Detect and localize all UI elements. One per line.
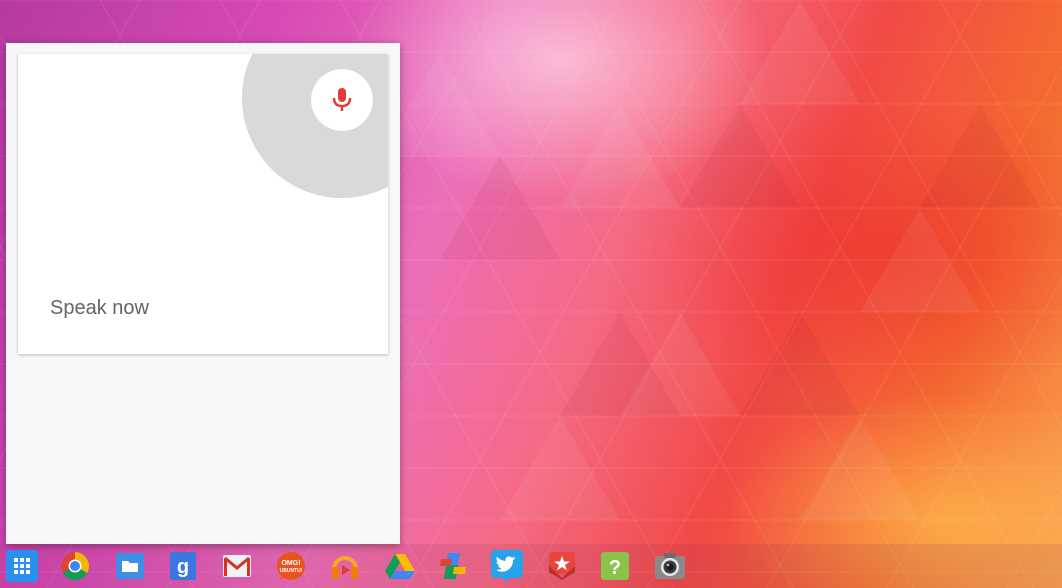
speak-now-prompt: Speak now [50, 297, 149, 319]
gmail-app[interactable] [221, 550, 253, 582]
svg-text:g: g [177, 556, 189, 578]
svg-text:UBUNTU!: UBUNTU! [280, 568, 303, 574]
headphones-icon [332, 556, 358, 579]
chrome-icon [61, 552, 89, 580]
omg-ubuntu-app[interactable]: OMG! UBUNTU! [275, 550, 307, 582]
omg-ubuntu-icon: OMG! UBUNTU! [277, 552, 305, 580]
pocket-app[interactable] [546, 550, 578, 582]
google-news-app[interactable] [437, 550, 469, 582]
mic-level-ring [242, 54, 388, 198]
app-launcher-button[interactable] [6, 550, 38, 582]
gmail-icon [223, 555, 251, 577]
twitter-app[interactable] [491, 550, 523, 582]
microphone-icon [332, 88, 352, 111]
shelf: g OMG! UBUNTU! ? [0, 544, 1062, 588]
grid-icon [6, 550, 38, 582]
question-icon: ? [601, 552, 629, 580]
app-launcher-panel: Speak now [6, 43, 400, 544]
news-icon [440, 553, 466, 579]
help-app[interactable]: ? [599, 550, 631, 582]
chrome-app[interactable] [59, 550, 91, 582]
twitter-bird-icon [491, 550, 523, 582]
camera-icon [655, 553, 685, 579]
google-search-app[interactable]: g [167, 550, 199, 582]
microphone-button[interactable] [311, 69, 373, 131]
files-app[interactable] [114, 550, 146, 582]
google-g-icon: g [170, 552, 196, 580]
google-drive-app[interactable] [384, 550, 416, 582]
folder-icon [116, 553, 144, 579]
svg-text:?: ? [609, 557, 621, 579]
voice-search-card: Speak now [18, 54, 388, 354]
camera-app[interactable] [654, 550, 686, 582]
svg-text:OMG!: OMG! [281, 560, 300, 567]
play-music-app[interactable] [329, 550, 361, 582]
bookmark-star-icon [549, 552, 575, 580]
drive-icon [385, 554, 415, 579]
